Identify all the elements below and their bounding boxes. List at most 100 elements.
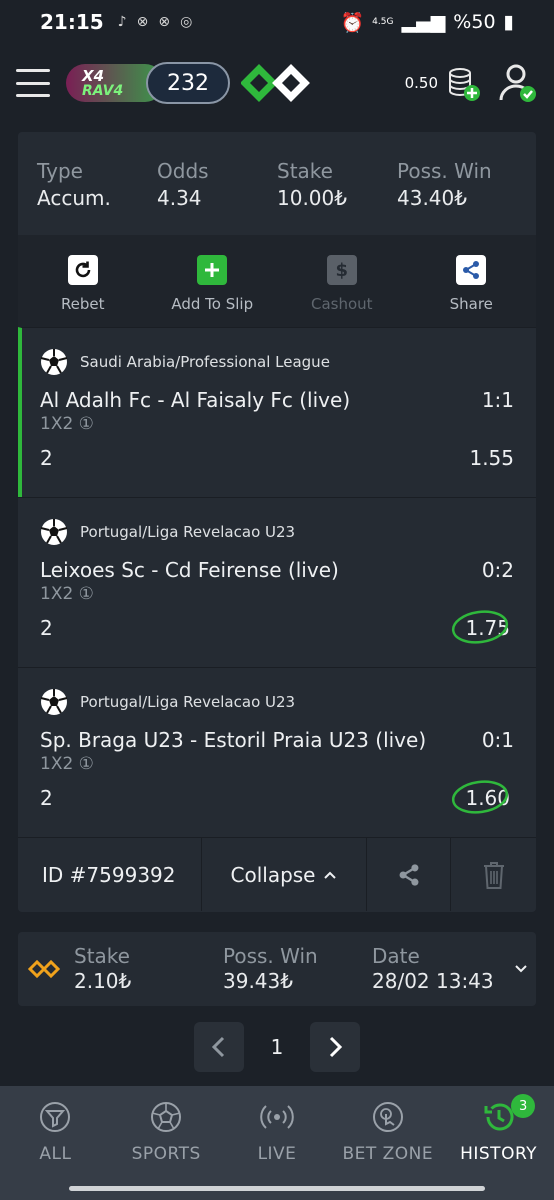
poss-win-label: Poss. Win xyxy=(223,944,318,968)
soccer-ball-icon xyxy=(40,349,68,375)
nav-sports[interactable]: SPORTS xyxy=(111,1086,222,1178)
match-score: 0:2 xyxy=(481,558,514,582)
touch-icon xyxy=(372,1102,403,1132)
date-value: 28/02 13:43 xyxy=(372,969,494,993)
chevron-down-icon[interactable] xyxy=(513,963,529,975)
nav-bet-zone[interactable]: BET ZONE xyxy=(332,1086,443,1178)
poss-win-value: 43.40₺ xyxy=(397,186,467,210)
status-time: 21:15 xyxy=(40,10,104,34)
chrome-icon: ◎ xyxy=(180,14,193,30)
match-score: 1:1 xyxy=(481,388,514,412)
deposit-coins-icon[interactable] xyxy=(446,65,480,101)
tiktok-icon: ♪ xyxy=(117,14,127,30)
rebet-label: Rebet xyxy=(60,295,105,313)
app-1x-icon: ⊗ xyxy=(136,14,149,30)
share-bet-button[interactable] xyxy=(367,838,451,911)
rebet-icon xyxy=(67,255,98,285)
bet-leg[interactable]: Portugal/Liga Revelacao U23 Sp. Braga U2… xyxy=(18,667,536,837)
nav-history[interactable]: 3 HISTORY xyxy=(443,1086,554,1178)
add-to-slip-button[interactable]: Add To Slip xyxy=(148,235,278,327)
alarm-icon: ⏰ xyxy=(340,11,365,34)
trash-icon xyxy=(483,861,504,889)
filter-icon xyxy=(40,1102,71,1132)
selection-odds: 1.55 xyxy=(469,446,514,470)
won-circle-icon xyxy=(452,780,509,814)
market-name: 1X2 ① xyxy=(40,584,94,604)
soccer-ball-icon xyxy=(151,1102,182,1132)
user-account-icon[interactable] xyxy=(498,62,538,104)
collapse-button[interactable]: Collapse xyxy=(202,838,367,911)
nav-sports-label: SPORTS xyxy=(131,1144,201,1164)
broadcast-icon xyxy=(260,1105,294,1129)
match-name: Al Adalh Fc - Al Faisaly Fc (live) xyxy=(40,388,351,412)
poss-win-value: 39.43₺ xyxy=(223,969,293,993)
bet-leg[interactable]: Portugal/Liga Revelacao U23 Leixoes Sc -… xyxy=(18,497,536,667)
gesture-bar xyxy=(0,1178,554,1200)
selection: 2 xyxy=(40,446,53,470)
nav-history-label: HISTORY xyxy=(460,1144,538,1164)
nav-live-label: LIVE xyxy=(257,1144,297,1164)
cashout-button[interactable]: $ Cashout xyxy=(277,235,407,327)
pagination: 1 xyxy=(194,1022,360,1072)
history-count-badge: 3 xyxy=(511,1094,536,1118)
menu-icon[interactable] xyxy=(16,69,50,97)
market-name: 1X2 ① xyxy=(40,754,94,774)
league-name: Saudi Arabia/Professional League xyxy=(80,353,330,371)
collapse-label: Collapse xyxy=(230,862,316,887)
stake-label: Stake xyxy=(74,944,130,968)
battery-percent: %50 xyxy=(453,11,496,33)
battery-icon: ▮ xyxy=(503,11,514,33)
bet-actions: Rebet Add To Slip $ Cashout Share xyxy=(18,235,536,327)
type-label: Type xyxy=(37,159,83,183)
nav-live[interactable]: LIVE xyxy=(222,1086,333,1178)
league-name: Portugal/Liga Revelacao U23 xyxy=(80,693,296,711)
soccer-ball-icon xyxy=(40,519,68,545)
dollar-icon: $ xyxy=(326,255,357,285)
nav-all[interactable]: ALL xyxy=(0,1086,111,1178)
plus-icon xyxy=(197,255,228,285)
nav-all-label: ALL xyxy=(39,1144,72,1164)
share-label: Share xyxy=(449,295,493,313)
match-name: Sp. Braga U23 - Estoril Praia U23 (live) xyxy=(40,728,427,752)
stake-value: 10.00₺ xyxy=(277,186,347,210)
chevron-left-icon xyxy=(211,1036,225,1058)
chevron-up-icon xyxy=(323,871,336,879)
promo-banner[interactable]: X4 RAV4 232 xyxy=(66,62,231,104)
rebet-button[interactable]: Rebet xyxy=(18,235,148,327)
balance-amount[interactable]: 0.50 xyxy=(405,74,438,92)
add-to-slip-label: Add To Slip xyxy=(171,295,254,313)
poss-win-label: Poss. Win xyxy=(397,159,492,183)
bet-card: Type Accum. Odds 4.34 Stake 10.00₺ Poss.… xyxy=(18,132,536,912)
nav-bet-zone-label: BET ZONE xyxy=(342,1144,434,1164)
type-value: Accum. xyxy=(37,186,111,210)
network-type: 4.5G xyxy=(372,16,394,27)
next-page-button[interactable] xyxy=(310,1022,360,1072)
promo-counter: 232 xyxy=(146,62,230,104)
market-name: 1X2 ① xyxy=(40,414,94,434)
share-button[interactable]: Share xyxy=(407,235,537,327)
app-header: X4 RAV4 232 0.50 xyxy=(0,48,554,118)
stake-label: Stake xyxy=(277,159,333,183)
bet-id: ID #7599392 xyxy=(18,838,202,911)
cashout-label: Cashout xyxy=(310,295,373,313)
match-score: 0:1 xyxy=(481,728,514,752)
bet-leg[interactable]: Saudi Arabia/Professional League Al Adal… xyxy=(18,327,536,497)
bet-row-collapsed[interactable]: Stake 2.10₺ Poss. Win 39.43₺ Date 28/02 … xyxy=(18,932,536,1006)
app-1x-icon-2: ⊗ xyxy=(158,14,171,30)
signal-icon: ▂▄▆ xyxy=(401,11,446,33)
stake-value: 2.10₺ xyxy=(74,969,132,993)
league-name: Portugal/Liga Revelacao U23 xyxy=(80,523,296,541)
share-icon xyxy=(456,255,487,285)
share-icon xyxy=(399,863,418,886)
odds-value: 4.34 xyxy=(157,186,202,210)
bet-summary: Type Accum. Odds 4.34 Stake 10.00₺ Poss.… xyxy=(18,132,536,235)
brand-logo-icon[interactable] xyxy=(241,63,313,103)
match-name: Leixoes Sc - Cd Feirense (live) xyxy=(40,558,339,582)
soccer-ball-icon xyxy=(40,689,68,715)
previous-page-button[interactable] xyxy=(194,1022,244,1072)
chevron-right-icon xyxy=(329,1036,343,1058)
selection: 2 xyxy=(40,616,53,640)
delete-bet-button[interactable] xyxy=(451,838,536,911)
bottom-navigation: ALL SPORTS LIVE BET ZONE 3 HISTORY xyxy=(0,1086,554,1178)
odds-label: Odds xyxy=(157,159,209,183)
